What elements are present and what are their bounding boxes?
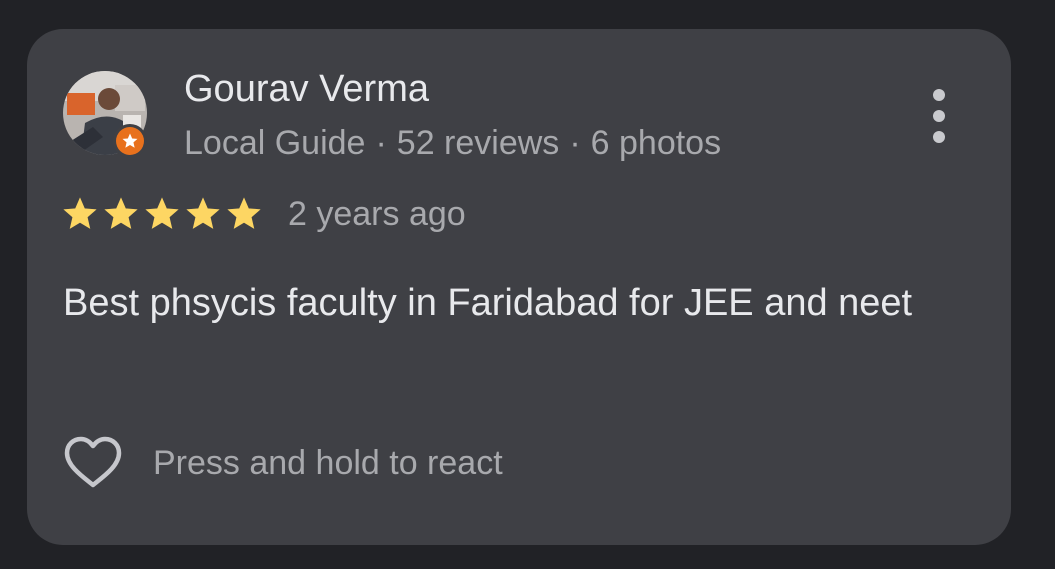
star-rating	[63, 197, 268, 231]
more-vertical-icon[interactable]	[923, 85, 955, 147]
rating-row: 2 years ago	[63, 192, 466, 236]
star-icon	[104, 197, 138, 229]
review-text: Best phsycis faculty in Faridabad for JE…	[63, 282, 913, 324]
star-icon	[145, 197, 179, 229]
photo-count: 6 photos	[590, 124, 722, 162]
react-button[interactable]: Press and hold to react	[63, 431, 503, 495]
local-guide-star-icon	[122, 133, 138, 148]
reviewer-meta: Local Guide · 52 reviews · 6 photos	[184, 123, 721, 163]
local-guide-label: Local Guide	[184, 124, 366, 162]
review-count: 52 reviews	[396, 124, 560, 162]
meta-separator: ·	[375, 124, 387, 162]
local-guide-badge	[113, 124, 147, 158]
star-icon	[227, 197, 261, 229]
reviewer-name[interactable]: Gourav Verma	[184, 67, 429, 111]
star-icon	[186, 197, 220, 229]
star-icon	[63, 197, 97, 229]
review-card: Gourav Verma Local Guide · 52 reviews · 6 ph…	[27, 29, 1011, 545]
review-time: 2 years ago	[288, 194, 466, 233]
heart-outline-icon[interactable]	[63, 435, 123, 491]
react-label: Press and hold to react	[153, 443, 503, 482]
meta-separator: ·	[569, 124, 581, 162]
